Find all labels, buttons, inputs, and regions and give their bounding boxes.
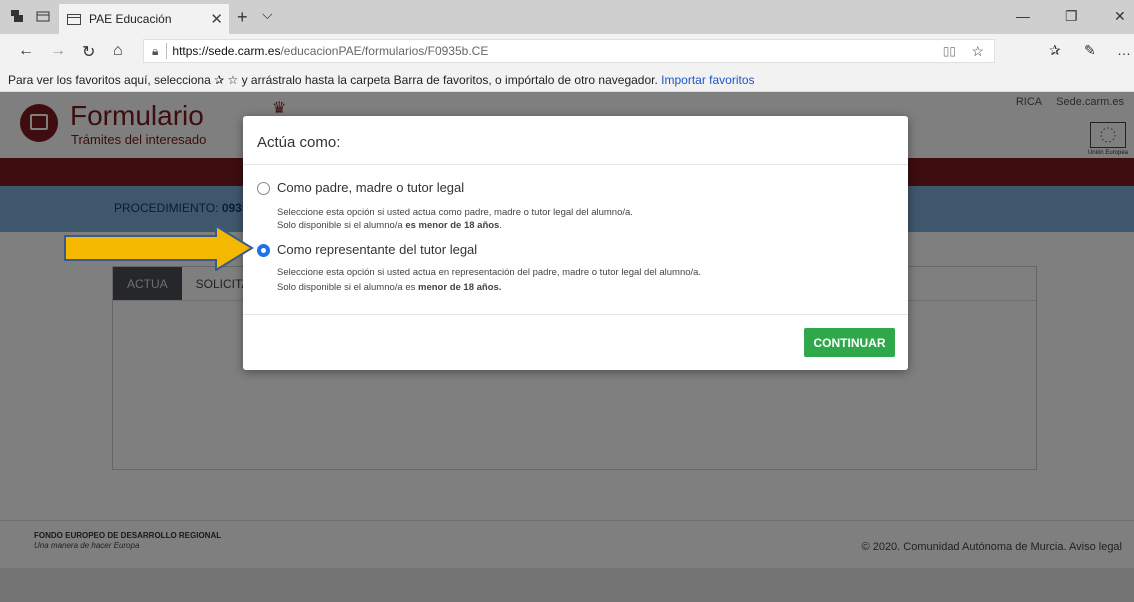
new-tab-icon[interactable]: + — [237, 7, 248, 28]
favorite-star-icon[interactable]: ☆ — [971, 43, 984, 60]
url-field[interactable]: 🔒︎ https://sede.carm.es/educacionPAE/for… — [143, 39, 995, 63]
import-favorites-link[interactable]: Importar favoritos — [661, 73, 754, 87]
reading-view-icon[interactable]: ▯▯ — [943, 44, 956, 58]
url-host: https://sede.carm.es — [172, 44, 281, 58]
home-icon[interactable]: ⌂ — [113, 42, 123, 60]
url-path: /educacionPAE/formularios/F0935b.CE — [280, 44, 489, 58]
back-icon[interactable]: ← — [18, 42, 34, 60]
window-close-icon[interactable]: ✕ — [1114, 8, 1126, 25]
dialog-footer-divider — [243, 314, 908, 315]
more-icon[interactable]: … — [1117, 42, 1131, 58]
dialog-title: Actúa como: — [257, 134, 341, 151]
option-parent-availability: Solo disponible si el alumno/a es menor … — [277, 220, 502, 231]
radio-representative[interactable] — [257, 244, 270, 257]
favorites-bar-text: Para ver los favoritos aquí, selecciona … — [8, 73, 658, 87]
close-icon[interactable]: ✕ — [210, 10, 223, 28]
option-representative-desc: Seleccione esta opción si usted actua en… — [277, 267, 702, 278]
pen-icon[interactable]: ✎ — [1084, 42, 1096, 59]
forward-icon[interactable]: → — [50, 42, 66, 60]
lock-icon: 🔒︎ — [152, 43, 159, 58]
option-representative[interactable]: Como representante del tutor legal Selec… — [257, 242, 877, 298]
browser-tab[interactable]: PAE Educación ✕ — [59, 4, 229, 34]
dialog-header-divider — [243, 164, 908, 165]
url-separator — [166, 43, 168, 59]
radio-parent[interactable] — [257, 182, 270, 195]
chevron-down-icon[interactable]: ⌵ — [262, 6, 273, 23]
page-icon — [67, 13, 81, 25]
act-as-dialog: Actúa como: Como padre, madre o tutor le… — [243, 116, 908, 370]
tab-title: PAE Educación — [89, 12, 172, 26]
continue-button[interactable]: CONTINUAR — [804, 328, 895, 357]
tab-preview-icon[interactable] — [36, 9, 52, 25]
restore-icon[interactable]: ❐ — [1065, 8, 1078, 25]
option-parent-desc: Seleccione esta opción si usted actua co… — [277, 207, 633, 218]
option-representative-label: Como representante del tutor legal — [277, 242, 478, 257]
favorites-bar: Para ver los favoritos aquí, selecciona … — [0, 68, 1134, 92]
minimize-icon[interactable]: — — [1016, 8, 1030, 24]
option-parent-label: Como padre, madre o tutor legal — [277, 180, 465, 195]
arrow-annotation-icon — [64, 225, 254, 271]
option-representative-availability: Solo disponible si el alumno/a es menor … — [277, 282, 502, 293]
tab-actions-icon[interactable] — [10, 9, 26, 25]
option-parent[interactable]: Como padre, madre o tutor legal Seleccio… — [257, 180, 877, 236]
browser-tab-bar: PAE Educación ✕ + ⌵ — ❐ ✕ — [0, 0, 1134, 34]
favorites-icon[interactable]: ✰ — [1049, 42, 1061, 59]
refresh-icon[interactable]: ↻ — [82, 42, 95, 62]
address-bar-row: ← → ↻ ⌂ 🔒︎ https://sede.carm.es/educacio… — [0, 34, 1134, 68]
